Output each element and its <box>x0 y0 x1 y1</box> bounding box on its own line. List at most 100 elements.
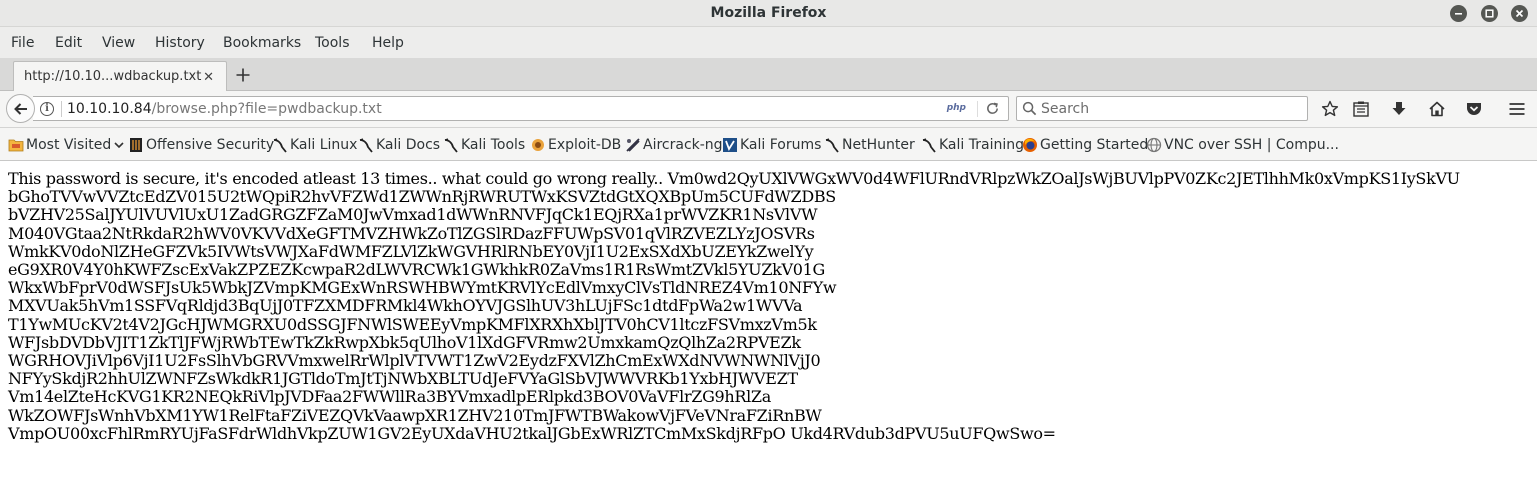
minimize-icon <box>1455 13 1462 15</box>
chevron-down-icon <box>114 142 124 149</box>
maximize-button[interactable] <box>1481 5 1498 22</box>
downloads-button[interactable] <box>1389 99 1409 119</box>
tab-active[interactable]: http://10.10...wdbackup.txt ✕ <box>13 61 227 91</box>
minimize-button[interactable] <box>1450 5 1467 22</box>
menu-edit[interactable]: Edit <box>55 35 82 51</box>
site-info-icon[interactable]: i <box>40 102 54 116</box>
window-titlebar[interactable]: Mozilla Firefox <box>0 0 1537 27</box>
bookmark-kali-docs[interactable]: Kali Docs <box>358 136 440 154</box>
bookmark-getting-started[interactable]: Getting Started <box>1022 136 1148 154</box>
hamburger-menu-icon <box>1509 103 1525 115</box>
bookmark-label: Kali Linux <box>290 137 358 153</box>
menu-bookmarks[interactable]: Bookmarks <box>223 35 301 51</box>
text-line: WGRHOVJiVlp6VjI1U2FsSlhVbGRVVmxwelRrWlpl… <box>8 351 821 371</box>
kali-dragon-icon <box>358 137 374 153</box>
bookmark-label: Getting Started <box>1040 137 1149 153</box>
bookmark-kali-tools[interactable]: Kali Tools <box>443 136 525 154</box>
aircrack-icon <box>625 137 641 153</box>
download-arrow-icon <box>1392 102 1406 115</box>
library-icon <box>1353 101 1369 117</box>
text-line: WmkKV0doNlZHeGFZVk5IVWtsVWJXaFdWMFZLVlZk… <box>8 241 814 261</box>
url-bar[interactable]: i 10.10.10.84/browse.php?file=pwdbackup.… <box>33 96 1009 121</box>
text-line: WkxWbFprV0dWSFJsUk5WbkJZVmpKMGExWnRSWHBW… <box>8 278 837 298</box>
text-line: Vm14elZteHcKVG1KR2NEQkRiVlpJVDFaa2FWWllR… <box>8 387 771 407</box>
plus-icon <box>236 68 250 82</box>
text-line: WFJsbDVDbVJIT1ZkTlJFWjRWbTEwTkZkRwpXbk5q… <box>8 332 801 352</box>
maximize-icon <box>1485 9 1494 18</box>
reload-icon <box>987 102 998 114</box>
menu-help[interactable]: Help <box>372 35 404 51</box>
bookmark-aircrack-ng[interactable]: Aircrack-ng <box>625 136 723 154</box>
close-window-button[interactable] <box>1511 5 1528 22</box>
menu-bar: File Edit View History Bookmarks Tools H… <box>0 27 1537 58</box>
text-line: WkZOWFJsWnhVbXM1YW1RelFtaFZiVEZQVkVaawpX… <box>8 405 822 425</box>
text-line: bVZHV25SalJYUlVUVlUxU1ZadGRGZFZaM0JwVmxa… <box>8 205 818 225</box>
tab-close-icon[interactable]: ✕ <box>203 70 214 85</box>
bookmark-exploit-db[interactable]: Exploit-DB <box>530 136 621 154</box>
back-button[interactable] <box>6 94 35 123</box>
pocket-button[interactable] <box>1464 99 1484 119</box>
text-line: bGhoTVVwVVZtcEdZV015U2tWQpiR2hvVFZWd1ZWW… <box>8 187 836 207</box>
new-tab-button[interactable] <box>233 65 253 85</box>
php-badge-icon: php <box>946 103 966 113</box>
firefox-icon <box>1022 137 1038 153</box>
bookmark-vnc-over-ssh[interactable]: VNC over SSH | Compu... <box>1146 136 1339 154</box>
menu-history[interactable]: History <box>155 35 205 51</box>
bookmark-nethunter[interactable]: NetHunter <box>824 136 915 154</box>
kali-forums-icon <box>722 137 738 153</box>
kali-dragon-icon <box>443 137 459 153</box>
folder-icon <box>8 137 24 153</box>
url-divider <box>61 101 62 117</box>
pocket-icon <box>1467 103 1481 115</box>
bookmark-star-button[interactable] <box>1320 99 1340 119</box>
tab-title: http://10.10...wdbackup.txt <box>24 69 202 84</box>
bookmark-label: VNC over SSH | Compu... <box>1164 137 1339 153</box>
back-arrow-icon <box>13 102 27 115</box>
bookmark-label: Kali Training <box>939 137 1024 153</box>
bookmark-label: Kali Forums <box>740 137 822 153</box>
menu-file[interactable]: File <box>11 35 34 51</box>
text-line: MXVUak5hVm1SSFVqRldjd3BqUjJ0TFZXMDFRMkl4… <box>8 296 803 316</box>
close-icon <box>1515 9 1524 18</box>
text-line: eG9XR0V4Y0hKWFZscExVakZPZEZKcwpaR2dLWVRC… <box>8 260 825 280</box>
text-line: VmpOU00xcFhlRmRYUjFaSFdrWldhVkpZUW1GV2Ey… <box>8 423 1056 443</box>
bookmark-label: Kali Docs <box>376 137 441 153</box>
kali-dragon-icon <box>921 137 937 153</box>
menu-tools[interactable]: Tools <box>315 35 350 51</box>
bookmarks-toolbar: Most Visited Offensive Security Kali Lin… <box>0 128 1537 161</box>
url-text[interactable]: 10.10.10.84/browse.php?file=pwdbackup.tx… <box>67 101 382 117</box>
search-bar[interactable] <box>1016 96 1308 121</box>
password-backup-text: This password is secure, it's encoded at… <box>8 169 1460 443</box>
bookmark-kali-forums[interactable]: Kali Forums <box>722 136 821 154</box>
navigation-toolbar: i 10.10.10.84/browse.php?file=pwdbackup.… <box>0 91 1537 128</box>
bookmark-kali-training[interactable]: Kali Training <box>921 136 1024 154</box>
exploit-db-icon <box>530 137 546 153</box>
menu-view[interactable]: View <box>102 35 135 51</box>
kali-dragon-icon <box>272 137 288 153</box>
page-content: This password is secure, it's encoded at… <box>0 162 1537 499</box>
window-title: Mozilla Firefox <box>710 5 827 21</box>
bookmark-most-visited[interactable]: Most Visited <box>8 136 125 154</box>
star-icon <box>1321 100 1339 117</box>
reader-view-button[interactable] <box>1351 99 1371 119</box>
url-host: 10.10.10.84 <box>67 101 152 117</box>
bookmark-label: Most Visited <box>26 137 112 153</box>
bookmark-label: Kali Tools <box>461 137 526 153</box>
text-line: This password is secure, it's encoded at… <box>8 169 1460 188</box>
bookmark-label: NetHunter <box>842 137 915 153</box>
bookmark-offensive-security[interactable]: Offensive Security <box>128 136 274 154</box>
kali-dragon-icon <box>824 137 840 153</box>
offensive-security-icon <box>128 137 144 153</box>
text-line: NFYySkdjR2hhUlZWNFZsWkdkR1JGTldoTmJtTjNW… <box>8 369 798 389</box>
url-path: /browse.php?file=pwdbackup.txt <box>151 101 382 117</box>
search-icon <box>1022 101 1037 120</box>
search-input[interactable] <box>1041 99 1301 118</box>
tab-strip: http://10.10...wdbackup.txt ✕ <box>0 58 1537 91</box>
home-icon <box>1429 101 1445 117</box>
bookmark-kali-linux[interactable]: Kali Linux <box>272 136 357 154</box>
text-line: T1YwMUcKV2t4V2JGcHJWMGRXU0dSSGJFNWlSWEEy… <box>8 314 817 334</box>
open-menu-button[interactable] <box>1507 99 1527 119</box>
bookmark-label: Offensive Security <box>146 137 275 153</box>
reload-button[interactable] <box>985 101 1000 120</box>
home-button[interactable] <box>1427 99 1447 119</box>
